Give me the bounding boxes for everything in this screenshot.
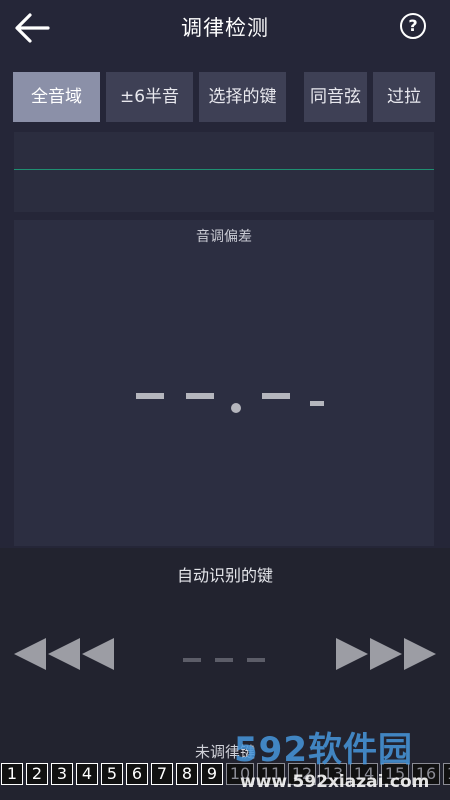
key-2[interactable]: 2 bbox=[26, 763, 48, 785]
tab-unison-strings[interactable]: 同音弦 bbox=[304, 72, 367, 122]
forward-arrows-icon bbox=[336, 638, 436, 670]
key-9[interactable]: 9 bbox=[201, 763, 223, 785]
deviation-panel: 音调偏差 bbox=[14, 220, 434, 546]
untuned-keys-label: 未调律键 bbox=[194, 743, 255, 761]
auto-key-value bbox=[183, 658, 267, 662]
auto-key-label: 自动识别的键 bbox=[176, 566, 273, 585]
mode-tabs: 全音域 ±6半音 选择的键 同音弦 过拉 bbox=[0, 72, 450, 122]
meter-center-line bbox=[14, 169, 434, 170]
untuned-keys-strip: 1 2 3 4 5 6 7 8 9 10 11 12 13 14 15 16 1… bbox=[0, 763, 450, 787]
digit-dash bbox=[262, 393, 290, 399]
help-button[interactable]: ? bbox=[400, 13, 426, 39]
deviation-label: 音调偏差 bbox=[196, 229, 252, 245]
digit-dash bbox=[215, 658, 233, 662]
key-12[interactable]: 12 bbox=[288, 763, 316, 785]
key-7[interactable]: 7 bbox=[151, 763, 173, 785]
digit-dash bbox=[247, 658, 265, 662]
question-mark-icon: ? bbox=[408, 16, 418, 35]
page-title: 调律检测 bbox=[181, 16, 269, 40]
key-10[interactable]: 10 bbox=[226, 763, 254, 785]
digit-dash bbox=[186, 393, 214, 399]
key-3[interactable]: 3 bbox=[51, 763, 73, 785]
deviation-value bbox=[134, 385, 334, 415]
key-15[interactable]: 15 bbox=[381, 763, 409, 785]
key-13[interactable]: 13 bbox=[319, 763, 347, 785]
key-14[interactable]: 14 bbox=[350, 763, 378, 785]
digit-dash bbox=[183, 658, 201, 662]
rewind-arrows-icon bbox=[14, 638, 114, 670]
prev-key-button[interactable] bbox=[12, 636, 116, 672]
key-11[interactable]: 11 bbox=[257, 763, 285, 785]
key-8[interactable]: 8 bbox=[176, 763, 198, 785]
app-header: 调律检测 ? bbox=[0, 0, 450, 56]
decimal-point bbox=[231, 403, 241, 413]
tab-selected-keys[interactable]: 选择的键 bbox=[199, 72, 286, 122]
key-1[interactable]: 1 bbox=[1, 763, 23, 785]
key-16[interactable]: 16 bbox=[412, 763, 440, 785]
key-6[interactable]: 6 bbox=[126, 763, 148, 785]
digit-dash bbox=[136, 393, 164, 399]
tab-six-semitones[interactable]: ±6半音 bbox=[106, 72, 193, 122]
tab-overpull[interactable]: 过拉 bbox=[373, 72, 435, 122]
key-4[interactable]: 4 bbox=[76, 763, 98, 785]
key-5[interactable]: 5 bbox=[101, 763, 123, 785]
pitch-meter bbox=[14, 132, 434, 212]
tab-full-range[interactable]: 全音域 bbox=[13, 72, 100, 122]
digit-dash-small bbox=[310, 401, 324, 406]
key-17[interactable]: 17 bbox=[443, 763, 450, 785]
next-key-button[interactable] bbox=[334, 636, 438, 672]
